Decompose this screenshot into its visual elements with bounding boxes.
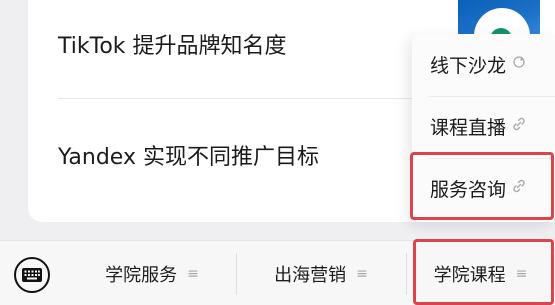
menu-divider bbox=[428, 158, 555, 159]
menu-icon: ≡ bbox=[356, 265, 368, 282]
article-divider bbox=[58, 98, 414, 99]
bottom-menu-bar: 学院服务 ≡ 出海营销 ≡ 学院课程 ≡ bbox=[0, 240, 555, 305]
tab-academy-courses[interactable]: 学院课程 ≡ bbox=[406, 241, 555, 305]
menu-item-label: 课程直播 bbox=[430, 116, 507, 139]
link-icon bbox=[512, 117, 526, 135]
tab-label: 学院服务 bbox=[105, 264, 178, 286]
tab-label: 出海营销 bbox=[274, 264, 347, 286]
menu-item-label: 服务咨询 bbox=[430, 178, 507, 201]
menu-icon: ≡ bbox=[187, 265, 199, 282]
tab-label: 学院课程 bbox=[433, 264, 506, 286]
link-icon bbox=[512, 179, 526, 197]
article-title-yandex[interactable]: Yandex 实现不同推广目标 bbox=[58, 139, 319, 171]
menu-item-label: 线下沙龙 bbox=[430, 54, 507, 77]
menu-item-course-live[interactable]: 课程直播 bbox=[412, 100, 555, 152]
keyboard-icon[interactable] bbox=[14, 257, 50, 293]
article-title-tiktok[interactable]: TikTok 提升品牌知名度 bbox=[58, 28, 287, 60]
menu-icon: ≡ bbox=[515, 265, 528, 282]
tab-academy-services[interactable]: 学院服务 ≡ bbox=[68, 241, 236, 305]
menu-divider bbox=[428, 96, 555, 97]
submenu-popup: 线下沙龙 课程直播 服务咨询 bbox=[412, 34, 555, 222]
mini-program-icon bbox=[512, 55, 526, 73]
tab-overseas-marketing[interactable]: 出海营销 ≡ bbox=[236, 241, 406, 305]
menu-item-service-consult[interactable]: 服务咨询 bbox=[412, 162, 555, 214]
menu-item-offline-salon[interactable]: 线下沙龙 bbox=[412, 38, 555, 90]
